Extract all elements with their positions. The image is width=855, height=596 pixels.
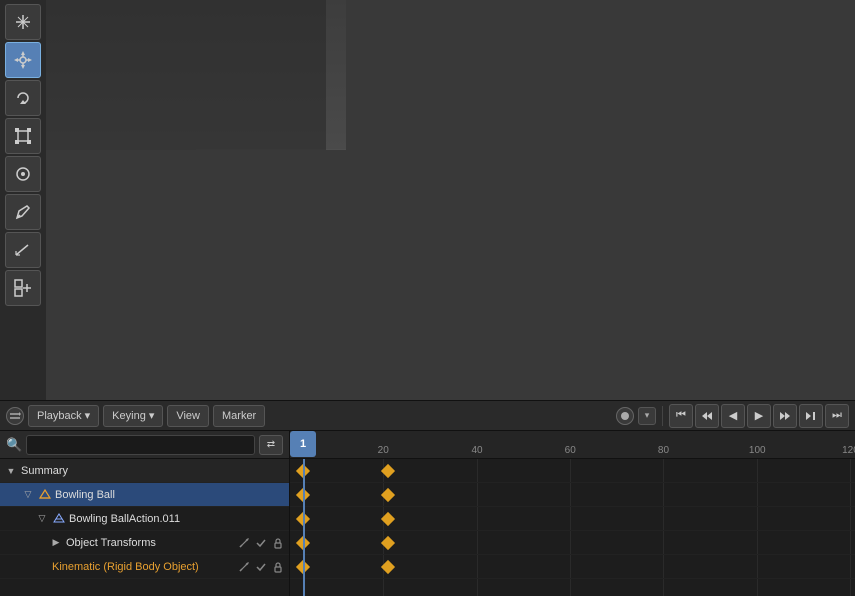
search-icon: 🔍 xyxy=(6,437,22,453)
current-frame-marker: 1 xyxy=(290,431,316,457)
kinematic-wrench-icon[interactable] xyxy=(237,560,251,574)
track-expand-summary[interactable]: ▼ xyxy=(4,464,18,478)
ruler-tick-100: 100 xyxy=(749,445,766,456)
transforms-lock-icon[interactable] xyxy=(271,536,285,550)
toolbar-separator-1 xyxy=(662,406,663,426)
track-expand-action[interactable]: ▽ xyxy=(35,512,49,526)
track-row-object-transforms[interactable]: ▶ Object Transforms xyxy=(0,531,289,555)
timeline-toolbar: Playback ▾ Keying ▾ View Marker ▾ ⏮ xyxy=(0,401,855,431)
track-expand-transforms[interactable]: ▶ xyxy=(49,536,63,550)
track-icons-transforms xyxy=(237,536,285,550)
measure-tool-button[interactable] xyxy=(5,232,41,268)
next-frame-button[interactable] xyxy=(773,404,797,428)
playback-menu-button[interactable]: Playback ▾ xyxy=(28,405,99,427)
kf-transforms-20[interactable] xyxy=(381,535,395,549)
kf-row-bowling-ball[interactable] xyxy=(290,483,855,507)
keyframe-area[interactable] xyxy=(290,459,855,596)
marker-menu-button[interactable]: Marker xyxy=(213,405,265,427)
track-row-summary[interactable]: ▼ Summary xyxy=(0,459,289,483)
add-tool-button[interactable] xyxy=(5,270,41,306)
transforms-wrench-icon[interactable] xyxy=(237,536,251,550)
next-keyframe-button[interactable] xyxy=(799,404,823,428)
ruler[interactable]: 1 20 40 60 80 100 120 xyxy=(290,431,855,459)
playhead-line xyxy=(303,459,305,596)
kf-row-bowling-ball-action[interactable] xyxy=(290,507,855,531)
track-label-kinematic: Kinematic (Rigid Body Object) xyxy=(52,561,234,573)
track-row-kinematic[interactable]: Kinematic (Rigid Body Object) xyxy=(0,555,289,579)
ruler-tick-120: 120 xyxy=(842,445,855,456)
scale-tool-button[interactable] xyxy=(5,118,41,154)
prev-keyframe-button[interactable] xyxy=(695,404,719,428)
kf-kinematic-20[interactable] xyxy=(381,559,395,573)
viewport xyxy=(0,0,855,400)
track-label-bowling-ball-action: Bowling BallAction.011 xyxy=(69,513,285,525)
jump-start-button[interactable]: ⏮ xyxy=(669,404,693,428)
track-expand-bowling-ball[interactable]: ▽ xyxy=(21,488,35,502)
track-row-bowling-ball[interactable]: ▽ Bowling Ball xyxy=(0,483,289,507)
ruler-tick-80: 80 xyxy=(658,445,669,456)
timeline: Playback ▾ Keying ▾ View Marker ▾ ⏮ xyxy=(0,400,855,596)
ruler-tick-60: 60 xyxy=(565,445,576,456)
track-label-summary: Summary xyxy=(21,465,285,477)
search-input[interactable] xyxy=(26,435,255,455)
track-label-bowling-ball: Bowling Ball xyxy=(55,489,285,501)
track-icon-action xyxy=(52,512,66,526)
track-icon-bowling-ball xyxy=(38,488,52,502)
transport-controls: ⏮ ◀ ▶ ⏭ xyxy=(669,404,849,428)
kf-summary-20[interactable] xyxy=(381,463,395,477)
filter-button[interactable]: ⇄ xyxy=(259,435,283,455)
annotate-tool-button[interactable] xyxy=(5,194,41,230)
kf-bowling-ball-20[interactable] xyxy=(381,487,395,501)
playhead-circle-indicator xyxy=(616,407,634,425)
jump-end-button[interactable]: ⏭ xyxy=(825,404,849,428)
keying-menu-button[interactable]: Keying ▾ xyxy=(103,405,163,427)
track-row-bowling-ball-action[interactable]: ▽ Bowling BallAction.011 xyxy=(0,507,289,531)
timeline-right-panel: 1 20 40 60 80 100 120 xyxy=(290,431,855,596)
kinematic-check-icon[interactable] xyxy=(254,560,268,574)
rotate-tool-button[interactable] xyxy=(5,80,41,116)
left-toolbar xyxy=(0,0,46,400)
cursor-tool-button[interactable] xyxy=(5,4,41,40)
search-row: 🔍 ⇄ xyxy=(0,431,289,459)
play-button[interactable]: ▶ xyxy=(747,404,771,428)
track-expand-kinematic xyxy=(35,560,49,574)
transforms-check-icon[interactable] xyxy=(254,536,268,550)
ruler-tick-20: 20 xyxy=(378,445,389,456)
kf-row-kinematic[interactable] xyxy=(290,555,855,579)
view-menu-button[interactable]: View xyxy=(167,405,209,427)
timeline-menu-icon[interactable] xyxy=(6,407,24,425)
timeline-body: 🔍 ⇄ ▼ Summary ▽ Bowling xyxy=(0,431,855,596)
track-icons-kinematic xyxy=(237,560,285,574)
playhead-type-button[interactable]: ▾ xyxy=(638,407,656,425)
ruler-tick-40: 40 xyxy=(471,445,482,456)
prev-frame-button[interactable]: ◀ xyxy=(721,404,745,428)
move-tool-button[interactable] xyxy=(5,42,41,78)
kf-action-20[interactable] xyxy=(381,511,395,525)
3d-scene xyxy=(46,0,346,150)
track-label-object-transforms: Object Transforms xyxy=(66,537,234,549)
kinematic-lock-icon[interactable] xyxy=(271,560,285,574)
kf-row-summary[interactable] xyxy=(290,459,855,483)
transform-tool-button[interactable] xyxy=(5,156,41,192)
kf-row-object-transforms[interactable] xyxy=(290,531,855,555)
track-names-panel: 🔍 ⇄ ▼ Summary ▽ Bowling xyxy=(0,431,290,596)
